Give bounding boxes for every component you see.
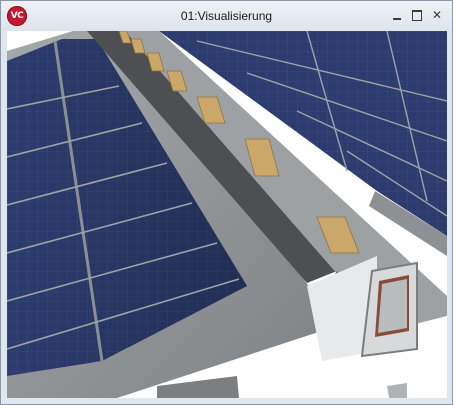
maximize-icon xyxy=(412,10,422,21)
close-icon: ✕ xyxy=(431,8,443,22)
roof-scene xyxy=(7,31,447,398)
close-button[interactable]: ✕ xyxy=(429,7,445,23)
title-bar[interactable]: VC 01:Visualisierung ✕ xyxy=(1,1,452,31)
3d-viewport[interactable] xyxy=(7,31,447,398)
maximize-button[interactable] xyxy=(409,7,425,23)
minimize-icon xyxy=(393,18,401,20)
window-title: 01:Visualisierung xyxy=(180,9,273,23)
application-window: VC 01:Visualisierung ✕ xyxy=(0,0,453,405)
minimize-button[interactable] xyxy=(389,7,405,23)
